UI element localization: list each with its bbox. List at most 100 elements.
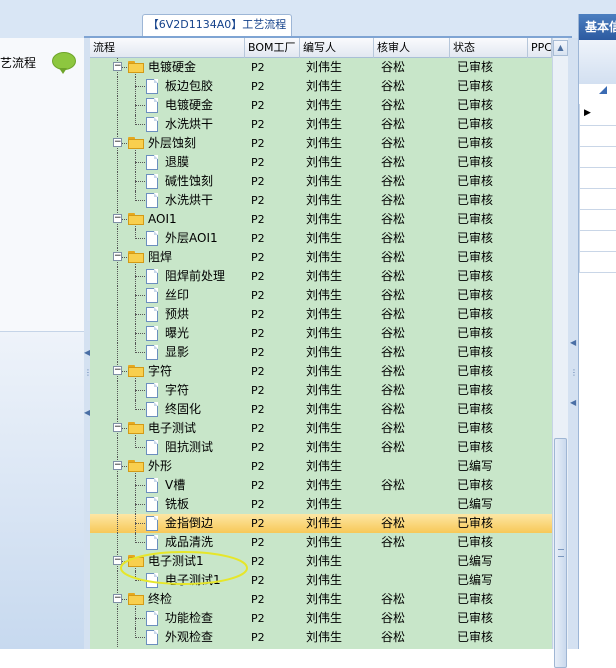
tree-node-label: 字符 [165, 383, 190, 397]
collapse-toggle-icon[interactable]: − [113, 594, 122, 603]
right-grid-row[interactable] [579, 210, 616, 231]
column-header-writer[interactable]: 编写人 [300, 38, 374, 58]
collapse-toggle-icon[interactable]: − [113, 62, 122, 71]
writer-cell: 刘伟生 [306, 421, 343, 435]
collapse-toggle-icon[interactable]: − [113, 214, 122, 223]
column-header-ppc[interactable]: PPC [528, 38, 552, 58]
collapse-toggle-icon[interactable]: − [113, 423, 122, 432]
process-tree-grid[interactable]: 流程 BOM工厂 编写人 核审人 状态 PPC − 电镀硬金 P2 刘伟生 谷松 已审核板… [90, 38, 552, 649]
tree-step-row[interactable]: 功能检查 P2 刘伟生 谷松 已审核 [90, 609, 552, 628]
tree-step-row[interactable]: 金指倒边 P2 刘伟生 谷松 已审核 [90, 514, 552, 533]
collapse-toggle-icon[interactable]: − [113, 461, 122, 470]
tree-step-row[interactable]: 字符 P2 刘伟生 谷松 已审核 [90, 381, 552, 400]
right-grid-row[interactable] [579, 231, 616, 252]
tree-folder-row[interactable]: − 阻焊 P2 刘伟生 谷松 已审核 [90, 248, 552, 267]
right-panel-grid[interactable]: ▶ [579, 104, 616, 294]
status-cell: 已编写 [457, 554, 494, 568]
tree-folder-row[interactable]: − 外形 P2 刘伟生 已编写 [90, 457, 552, 476]
bom-cell: P2 [251, 441, 265, 454]
tree-folder-row[interactable]: − 电子测试 P2 刘伟生 谷松 已审核 [90, 419, 552, 438]
annotation-ellipse [120, 551, 248, 585]
expand-triangle-icon[interactable] [599, 86, 607, 94]
reviewer-cell: 谷松 [381, 307, 406, 321]
tree-step-row[interactable]: 碱性蚀刻 P2 刘伟生 谷松 已审核 [90, 172, 552, 191]
tree-step-row[interactable]: 退膜 P2 刘伟生 谷松 已审核 [90, 153, 552, 172]
bom-cell: P2 [251, 270, 265, 283]
right-grid-row[interactable] [579, 126, 616, 147]
reviewer-cell: 谷松 [381, 364, 406, 378]
right-grid-row[interactable] [579, 168, 616, 189]
bom-cell: P2 [251, 384, 265, 397]
scroll-grip-icon [558, 549, 564, 557]
folder-icon [128, 365, 144, 377]
tree-step-row[interactable]: 阻焊前处理 P2 刘伟生 谷松 已审核 [90, 267, 552, 286]
status-cell: 已审核 [457, 478, 494, 492]
status-cell: 已审核 [457, 288, 494, 302]
tree-step-row[interactable]: 铣板 P2 刘伟生 已编写 [90, 495, 552, 514]
tree-node-label: 板边包胶 [165, 79, 214, 93]
writer-cell: 刘伟生 [306, 459, 343, 473]
row-pointer-icon: ▶ [584, 108, 591, 118]
collapse-toggle-icon[interactable]: − [113, 366, 122, 375]
tree-folder-row[interactable]: − 字符 P2 刘伟生 谷松 已审核 [90, 362, 552, 381]
column-header-reviewer[interactable]: 核审人 [374, 38, 450, 58]
right-grid-row[interactable] [579, 252, 616, 273]
tree-step-row[interactable]: 丝印 P2 刘伟生 谷松 已审核 [90, 286, 552, 305]
scroll-thumb[interactable] [554, 438, 567, 668]
collapse-right-arrow-icon[interactable]: ◀ [570, 338, 576, 348]
tree-step-row[interactable]: 外层AOI1 P2 刘伟生 谷松 已审核 [90, 229, 552, 248]
right-splitter[interactable]: ◀ ⋮ ◀ [568, 38, 578, 649]
column-header-process[interactable]: 流程 [90, 38, 245, 58]
column-header-status[interactable]: 状态 [450, 38, 528, 58]
reviewer-cell: 谷松 [381, 630, 406, 644]
column-header-bom[interactable]: BOM工厂 [245, 38, 300, 58]
writer-cell: 刘伟生 [306, 326, 343, 340]
bom-cell: P2 [251, 460, 265, 473]
tree-step-row[interactable]: V槽 P2 刘伟生 谷松 已审核 [90, 476, 552, 495]
tree-branch-line [135, 352, 145, 353]
tree-step-row[interactable]: 水洗烘干 P2 刘伟生 谷松 已审核 [90, 191, 552, 210]
right-grid-row[interactable]: ▶ [579, 104, 616, 126]
tree-branch-line [135, 295, 145, 296]
collapse-toggle-icon[interactable]: − [113, 138, 122, 147]
right-grid-row[interactable] [579, 189, 616, 210]
reviewer-cell: 谷松 [381, 60, 406, 74]
tree-step-row[interactable]: 终固化 P2 刘伟生 谷松 已审核 [90, 400, 552, 419]
scroll-up-button[interactable]: ▲ [553, 40, 568, 56]
tree-node-label: 曝光 [165, 326, 190, 340]
tree-step-row[interactable]: 预烘 P2 刘伟生 谷松 已审核 [90, 305, 552, 324]
tree-step-row[interactable]: 水洗烘干 P2 刘伟生 谷松 已审核 [90, 115, 552, 134]
tree-trunk-line [117, 609, 118, 628]
reviewer-cell: 谷松 [381, 193, 406, 207]
tree-branch-line [135, 637, 145, 638]
document-icon [146, 402, 158, 417]
right-grid-row[interactable] [579, 147, 616, 168]
bom-cell: P2 [251, 99, 265, 112]
document-icon [146, 326, 158, 341]
right-panel-tab-area[interactable] [579, 40, 616, 84]
grid-vertical-scrollbar[interactable]: ▲ [552, 38, 568, 668]
document-tab[interactable]: 【6V2D1134A0】工艺流程 [142, 14, 292, 36]
reviewer-cell: 谷松 [381, 136, 406, 150]
tree-node-label: 水洗烘干 [165, 117, 214, 131]
collapse-toggle-icon[interactable]: − [113, 252, 122, 261]
tree-node-label: 外层蚀刻 [148, 136, 197, 150]
collapse-right-arrow-icon-2[interactable]: ◀ [570, 398, 576, 408]
tree-step-row[interactable]: 电镀硬金 P2 刘伟生 谷松 已审核 [90, 96, 552, 115]
tree-folder-row[interactable]: − 电镀硬金 P2 刘伟生 谷松 已审核 [90, 58, 552, 77]
tree-step-row[interactable]: 阻抗测试 P2 刘伟生 谷松 已审核 [90, 438, 552, 457]
status-cell: 已审核 [457, 98, 494, 112]
tree-folder-row[interactable]: − 终检 P2 刘伟生 谷松 已审核 [90, 590, 552, 609]
tree-folder-row[interactable]: − 外层蚀刻 P2 刘伟生 谷松 已审核 [90, 134, 552, 153]
tree-step-row[interactable]: 显影 P2 刘伟生 谷松 已审核 [90, 343, 552, 362]
left-nav-item-process[interactable]: 艺流程 [0, 38, 84, 332]
tree-branch-line [135, 618, 145, 619]
status-cell: 已编写 [457, 459, 494, 473]
tree-step-row[interactable]: 外观检查 P2 刘伟生 谷松 已审核 [90, 628, 552, 647]
left-nav-panel: 艺流程 [0, 38, 84, 649]
chat-bubble-icon[interactable] [52, 52, 76, 74]
tree-step-row[interactable]: 板边包胶 P2 刘伟生 谷松 已审核 [90, 77, 552, 96]
tree-step-row[interactable]: 曝光 P2 刘伟生 谷松 已审核 [90, 324, 552, 343]
tree-folder-row[interactable]: − AOI1 P2 刘伟生 谷松 已审核 [90, 210, 552, 229]
status-cell: 已审核 [457, 212, 494, 226]
